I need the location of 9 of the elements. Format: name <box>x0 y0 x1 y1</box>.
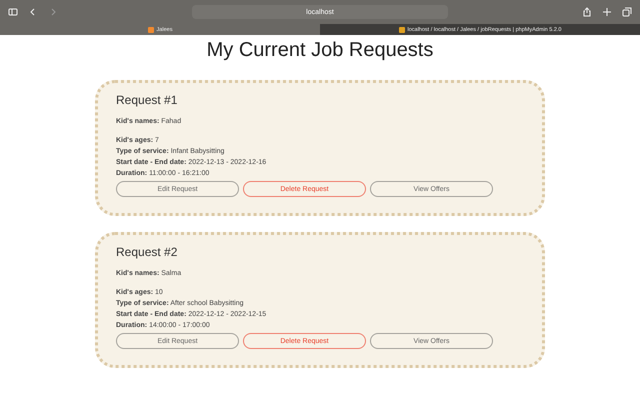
tab-favicon-icon <box>148 26 154 32</box>
share-icon[interactable] <box>582 7 592 17</box>
tabs-icon[interactable] <box>622 7 632 17</box>
request-title: Request #2 <box>116 245 178 259</box>
request-title: Request #1 <box>116 93 178 107</box>
sidebar-icon[interactable] <box>8 7 18 17</box>
page-heading: My Current Job Requests <box>206 38 434 62</box>
plus-icon[interactable] <box>602 7 612 17</box>
tab-favicon-icon <box>398 26 404 32</box>
